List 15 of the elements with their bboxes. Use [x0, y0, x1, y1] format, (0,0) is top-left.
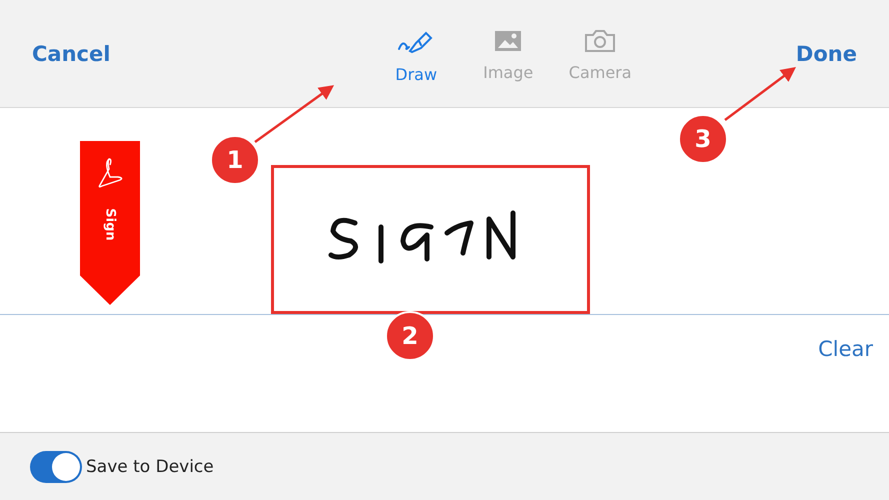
step-badge: 1: [210, 135, 260, 185]
save-toggle[interactable]: [30, 450, 82, 482]
tab[interactable]: Draw: [381, 29, 452, 84]
tab[interactable]: Camera: [565, 29, 636, 84]
toggle-label: Save to Device: [86, 456, 214, 476]
tab[interactable]: Image: [473, 29, 544, 84]
clear-button[interactable]: Clear: [818, 337, 873, 361]
image-icon: [494, 29, 522, 53]
camera-icon: [584, 29, 616, 53]
step-badge: 3: [678, 114, 728, 164]
step-badge: 2: [385, 311, 435, 361]
annotation-arrow: [724, 67, 796, 121]
done-button[interactable]: Done: [796, 42, 857, 66]
ribbon-label: Sign: [102, 208, 118, 241]
cancel-button[interactable]: Cancel: [32, 42, 110, 66]
